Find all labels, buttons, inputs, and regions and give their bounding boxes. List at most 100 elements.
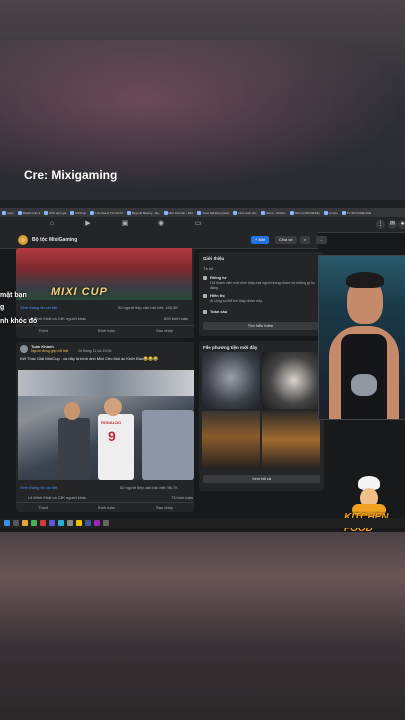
bookmark-label: Mini Domain - Mixi xyxy=(168,210,194,215)
bookmark-item[interactable]: Bookmarks 2 xyxy=(17,210,41,215)
bookmark-item[interactable]: Apps xyxy=(2,210,14,215)
bookmark-label: Beyond Beauty - Ep. xyxy=(131,210,160,215)
post2-like-button[interactable]: Thích xyxy=(38,505,48,510)
location: Toàn cầu xyxy=(210,309,228,314)
browser-tab-bar xyxy=(0,200,405,208)
messenger-icon[interactable]: ✉ xyxy=(388,220,397,229)
bookmark-item[interactable]: TV 4K/CODE/JOE xyxy=(341,210,371,215)
learn-more-button[interactable]: Tìm hiểu thêm xyxy=(203,322,318,330)
taskbar-app[interactable] xyxy=(13,520,19,526)
post2-photo[interactable]: 9 RONALDO xyxy=(18,370,194,480)
menu-grid-icon[interactable]: ⋮ xyxy=(376,220,385,229)
media-thumb-1[interactable] xyxy=(202,352,260,409)
private-desc: Chỉ thành viên mới nhìn thấy mọi người t… xyxy=(210,281,315,290)
windows-taskbar xyxy=(0,518,405,528)
bookmark-icon xyxy=(323,210,328,215)
search-icon[interactable]: ⌕ xyxy=(300,236,311,244)
bookmark-item[interactable]: Tuna Sanking Quick xyxy=(197,210,229,215)
bookmark-icon xyxy=(2,210,6,215)
taskbar-app[interactable] xyxy=(49,520,55,526)
group-header: Bộ tộc MixiGaming + Mời Chia sẻ ⌕ ... xyxy=(0,232,328,249)
taskbar-app[interactable] xyxy=(67,520,73,526)
media-thumb-2[interactable] xyxy=(262,352,320,409)
more-button[interactable]: ... xyxy=(316,236,328,244)
post2-time[interactable]: 24 tháng 11 lúc 22:06 xyxy=(78,349,111,353)
post2-insights-link[interactable]: Xem thông tin chi tiết xyxy=(20,485,57,490)
overlay-caption-2: g xyxy=(0,304,5,311)
cat-print xyxy=(351,374,377,396)
watch-icon[interactable]: ▶ xyxy=(84,220,92,228)
post1-actions: Thích Bình luận Sao chép xyxy=(16,325,194,335)
taskbar-app[interactable] xyxy=(85,520,91,526)
notification-icon[interactable]: ● xyxy=(398,220,405,229)
lock-icon xyxy=(203,276,207,280)
post1-comments-count[interactable]: 800 bình luận xyxy=(164,316,188,321)
visible-desc: Ai cũng có thể tìm thấy nhóm này. xyxy=(210,299,263,303)
post2-comments-count[interactable]: 73 bình luận xyxy=(171,495,193,500)
bookmark-item[interactable]: Beyond Beauty - Ep. xyxy=(126,210,160,215)
bookmark-item[interactable]: Xbox (CZ9V2EXE) xyxy=(289,210,320,215)
bookmark-label: Lime web dev xyxy=(238,210,257,215)
overlay-caption-3: nh khóc đó xyxy=(0,318,38,325)
media-thumb-4[interactable] xyxy=(262,411,320,468)
jersey-name: RONALDO xyxy=(101,420,122,425)
post2-actions: Thích Bình luận Sao chép xyxy=(16,502,194,512)
bookmark-icon xyxy=(126,210,131,215)
group-avatar[interactable] xyxy=(18,235,28,245)
bookmark-item[interactable]: Lemco xyxy=(323,210,338,215)
post1-like-button[interactable]: Thích xyxy=(38,328,48,333)
taskbar-app[interactable] xyxy=(76,520,82,526)
groups-icon[interactable]: ◉ xyxy=(157,220,165,228)
taskbar-app[interactable] xyxy=(103,520,109,526)
bookmark-item[interactable]: Live Event TV-CGTV xyxy=(90,210,123,215)
see-all-button[interactable]: Xem tất cả xyxy=(203,475,320,483)
bookmark-icon xyxy=(90,210,95,215)
taskbar-app[interactable] xyxy=(58,520,64,526)
bookmark-item[interactable]: MixiCup xyxy=(70,210,87,215)
bookmark-icon xyxy=(289,210,294,215)
eye-icon xyxy=(203,294,207,298)
gaming-icon[interactable]: ▭ xyxy=(194,220,202,228)
facebook-top-nav: ⌂ ▶ ▣ ◉ ▭ ⋮ ✉ ● xyxy=(0,217,405,233)
post1-comment-button[interactable]: Bình luận xyxy=(98,328,115,333)
bookmark-item[interactable]: Home - Roblox xyxy=(260,210,286,215)
media-thumb-3[interactable] xyxy=(202,411,260,468)
bookmark-icon xyxy=(233,210,238,215)
start-icon[interactable] xyxy=(4,520,10,526)
taskbar-app[interactable] xyxy=(94,520,100,526)
bookmark-label: Xbox (CZ9V2EXE) xyxy=(294,210,320,215)
bookmark-item[interactable]: Mini Domain - Mixi xyxy=(163,210,194,215)
streamer-webcam xyxy=(318,255,405,420)
post2-reactions[interactable]: Lê Minh Khải và 13K người khác xyxy=(28,495,86,500)
author-avatar[interactable] xyxy=(20,345,28,353)
about-intro: Tả rồi xyxy=(203,266,214,271)
bookmark-label: MixiCup xyxy=(75,210,87,215)
bookmark-label: Lemco xyxy=(328,210,338,215)
bookmark-icon xyxy=(17,210,22,215)
post2-share-button[interactable]: Sao chép xyxy=(156,505,173,510)
group-name[interactable]: Bộ tộc MixiGaming xyxy=(32,237,77,243)
taskbar-app[interactable] xyxy=(40,520,46,526)
about-card: Giới thiệu Tả rồi Riêng tư Chỉ thành viê… xyxy=(199,252,324,336)
bookmark-item[interactable]: Lime web dev xyxy=(233,210,257,215)
post2-reach: 50 người tiếp cận bài viết: 56,7K xyxy=(120,485,178,490)
jersey-number: 9 xyxy=(108,428,116,444)
taskbar-app[interactable] xyxy=(31,520,37,526)
home-icon[interactable]: ⌂ xyxy=(48,220,56,228)
post2-comment-button[interactable]: Bình luận xyxy=(98,505,115,510)
bookmark-label: Phở quin gai xyxy=(49,210,67,215)
post1-reach: 50 người tiếp cận bài viết: 150,5K xyxy=(118,305,179,310)
visible-title: Hiển thị xyxy=(210,293,225,298)
globe-icon xyxy=(203,310,207,314)
post1-insights-link[interactable]: Xem thông tin chi tiết xyxy=(20,305,57,310)
bookmarks-bar: Apps Bookmarks 2 Phở quin gai MixiCup Live E… xyxy=(0,208,405,217)
bookmark-label: Bookmarks 2 xyxy=(22,210,41,215)
invite-button[interactable]: + Mời xyxy=(251,236,270,244)
post1-share-button[interactable]: Sao chép xyxy=(156,328,173,333)
taskbar-app[interactable] xyxy=(22,520,28,526)
bookmark-icon xyxy=(70,210,75,215)
marketplace-icon[interactable]: ▣ xyxy=(121,220,129,228)
bookmark-item[interactable]: Phở quin gai xyxy=(44,210,67,215)
media-card: File phương tiện mới đây Xem tất cả xyxy=(199,341,324,491)
share-button[interactable]: Chia sẻ xyxy=(275,236,297,244)
